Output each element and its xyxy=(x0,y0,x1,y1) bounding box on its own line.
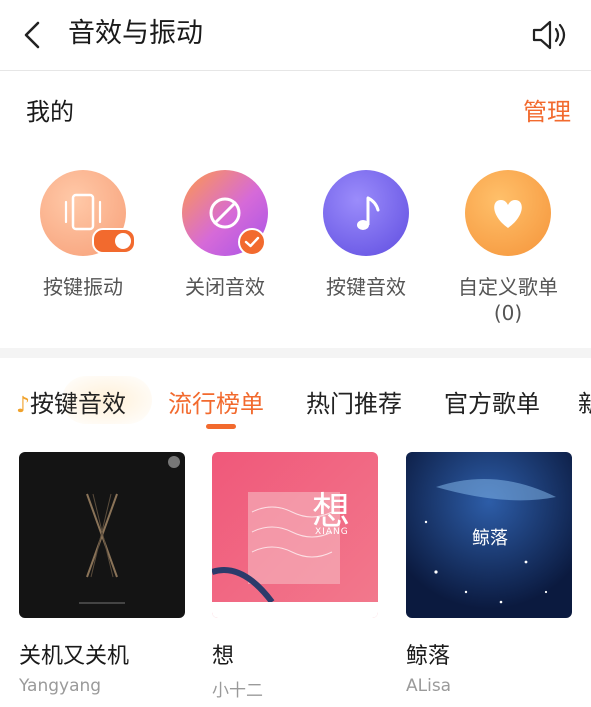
music-note-icon xyxy=(323,170,409,256)
effect-key-vibration[interactable]: 按键振动 xyxy=(13,170,153,300)
tab-key-sound[interactable]: ♪按键音效 xyxy=(16,384,126,419)
section-divider xyxy=(0,348,591,358)
effect-key-sound[interactable]: 按键音效 xyxy=(296,170,436,300)
album-card[interactable]: 关机又关机 Yangyang xyxy=(19,452,185,696)
heart-icon xyxy=(465,170,551,256)
section-title-mine: 我的 xyxy=(26,98,74,126)
active-tab-indicator xyxy=(206,424,236,429)
album-cover xyxy=(19,452,185,618)
playlist-count: (0) xyxy=(493,301,523,325)
album-cover: 鲸落 xyxy=(406,452,572,618)
manage-button[interactable]: 管理 xyxy=(523,92,571,127)
phone-vibrate-icon xyxy=(40,170,136,256)
tab-official-playlist[interactable]: 官方歌单 xyxy=(444,384,540,419)
category-tabs: ♪按键音效 流行榜单 热门推荐 官方歌单 新 xyxy=(0,370,591,430)
album-card[interactable]: 想 XIANG 想 小十二 xyxy=(212,452,378,701)
effect-label: 按键振动 xyxy=(43,275,123,299)
effect-label: 自定义歌单 xyxy=(458,275,558,299)
song-title: 关机又关机 xyxy=(19,644,130,669)
tab-hot-recommend[interactable]: 热门推荐 xyxy=(306,384,402,419)
song-artist: 小十二 xyxy=(212,681,263,701)
music-note-small-icon: ♪ xyxy=(16,393,31,418)
selected-check-badge xyxy=(238,228,266,256)
song-artist: Yangyang xyxy=(19,676,102,696)
toggle-on-badge xyxy=(92,228,136,254)
ban-icon xyxy=(182,170,268,256)
tab-trending[interactable]: 流行榜单 xyxy=(168,384,264,419)
album-card[interactable]: 鲸落 鲸落 ALisa xyxy=(406,452,572,696)
cover-subtitle: XIANG xyxy=(315,527,349,537)
song-title: 想 xyxy=(212,644,235,669)
song-artist: ALisa xyxy=(406,676,452,696)
tab-new[interactable]: 新 xyxy=(578,384,591,419)
back-chevron-icon[interactable] xyxy=(18,20,48,50)
effect-custom-playlist[interactable]: 自定义歌单 (0) xyxy=(438,170,578,326)
page-title: 音效与振动 xyxy=(68,18,203,49)
song-title: 鲸落 xyxy=(406,644,451,669)
album-cover: 想 XIANG xyxy=(212,452,378,618)
cover-title: 鲸落 xyxy=(472,528,508,549)
effect-sound-off[interactable]: 关闭音效 xyxy=(155,170,295,300)
speaker-icon[interactable] xyxy=(531,18,569,52)
effect-label: 按键音效 xyxy=(326,275,406,299)
effect-label: 关闭音效 xyxy=(185,275,265,299)
top-bar: 音效与振动 xyxy=(0,0,591,71)
